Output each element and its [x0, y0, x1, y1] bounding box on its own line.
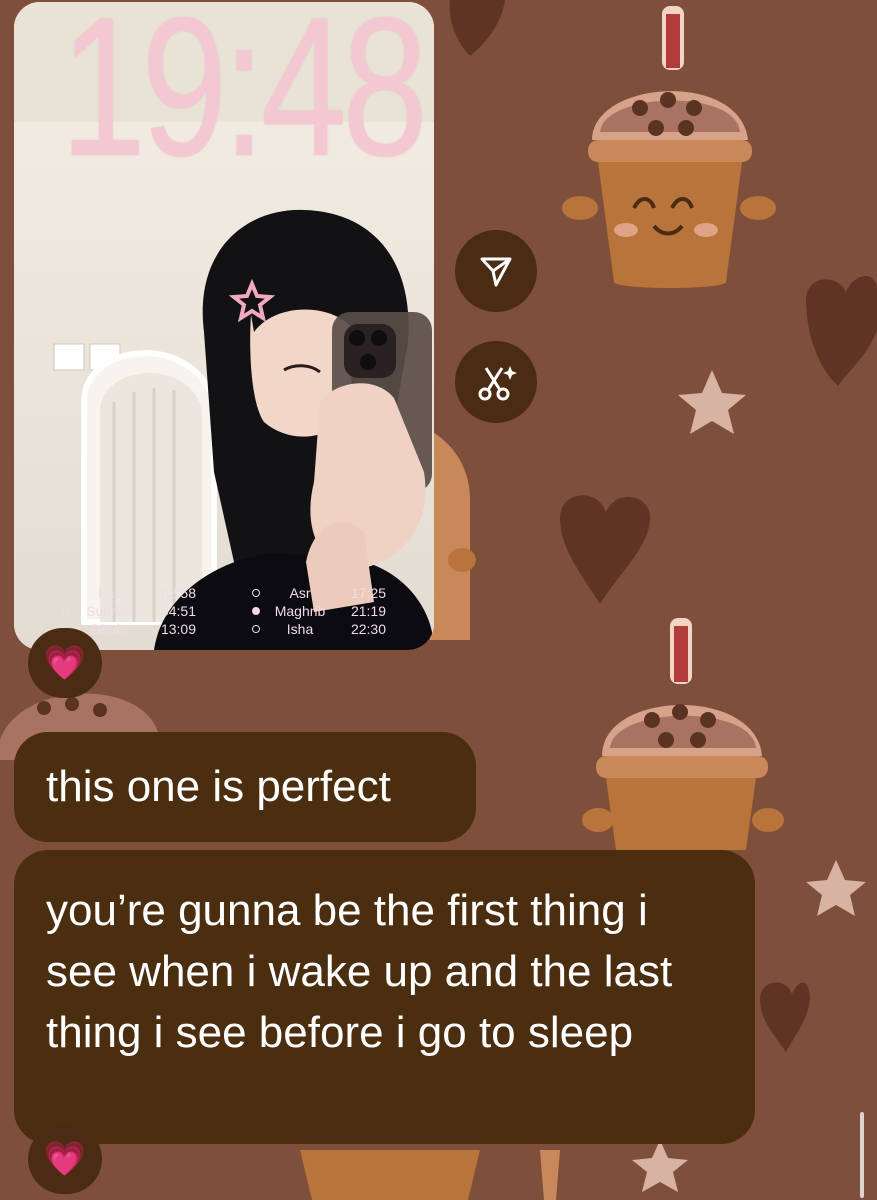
prayer-times-right: Asr 17:25 Maghrib 21:19 Isha 22:30 — [252, 584, 386, 638]
remix-button[interactable] — [455, 341, 537, 423]
message-bubble[interactable]: this one is perfect — [14, 732, 476, 842]
message-text: this one is perfect — [46, 762, 391, 811]
prayer-time: 22:30 — [350, 621, 386, 637]
star-icon — [806, 860, 866, 916]
star-icon — [678, 370, 746, 434]
prayer-name: Asr — [289, 585, 311, 601]
prayer-time: 17:25 — [350, 585, 386, 601]
prayer-status-dot — [252, 607, 260, 615]
prayer-status-dot — [252, 625, 260, 633]
share-button[interactable] — [455, 230, 537, 312]
prayer-name: Sunrise — [86, 603, 134, 619]
sparkling-heart-icon: 💗 — [43, 644, 87, 682]
prayer-status-dot — [62, 607, 70, 615]
prayer-time: 13:09 — [160, 621, 196, 637]
star-icon — [632, 1140, 688, 1192]
scrollbar[interactable] — [860, 1112, 864, 1198]
message-bubble[interactable]: you’re gunna be the first thing i see wh… — [14, 850, 755, 1144]
prayer-row: Maghrib 21:19 — [252, 602, 386, 620]
boba-cup-illustration — [300, 1150, 560, 1200]
prayer-name: Fajr — [97, 585, 123, 601]
boba-cup-illustration — [562, 6, 776, 288]
send-icon — [480, 257, 512, 287]
prayer-status-dot — [252, 589, 260, 597]
prayer-time: 02:58 — [160, 585, 196, 601]
prayer-name: Maghrib — [274, 603, 326, 619]
shared-lockscreen-photo[interactable]: 19:48 Fajr 02:58 Sunrise 04:51 Dhuhr 13:… — [14, 2, 434, 650]
photo-reaction-badge[interactable]: 💗 — [28, 628, 102, 698]
scissors-sparkle-icon — [478, 366, 517, 401]
prayer-row: Fajr 02:58 — [62, 584, 196, 602]
lockscreen-clock: 19:48 — [60, 2, 428, 197]
message-reaction-badge[interactable]: 💗 — [28, 1124, 102, 1194]
heart-icon — [760, 982, 810, 1052]
sparkling-heart-icon: 💗 — [43, 1140, 87, 1178]
prayer-time: 04:51 — [160, 603, 196, 619]
prayer-row: Sunrise 04:51 — [62, 602, 196, 620]
boba-cup-illustration — [582, 618, 784, 850]
prayer-row: Isha 22:30 — [252, 620, 386, 638]
prayer-name: Isha — [286, 621, 314, 637]
prayer-times-left: Fajr 02:58 Sunrise 04:51 Dhuhr 13:09 — [62, 584, 196, 638]
prayer-row: Asr 17:25 — [252, 584, 386, 602]
prayer-time: 21:19 — [350, 603, 386, 619]
heart-icon — [806, 276, 877, 386]
boba-cup-illustration — [430, 430, 476, 640]
prayer-status-dot — [62, 589, 70, 597]
message-text: you’re gunna be the first thing i see wh… — [46, 886, 673, 1057]
heart-icon — [560, 495, 651, 604]
heart-icon — [449, 0, 505, 56]
